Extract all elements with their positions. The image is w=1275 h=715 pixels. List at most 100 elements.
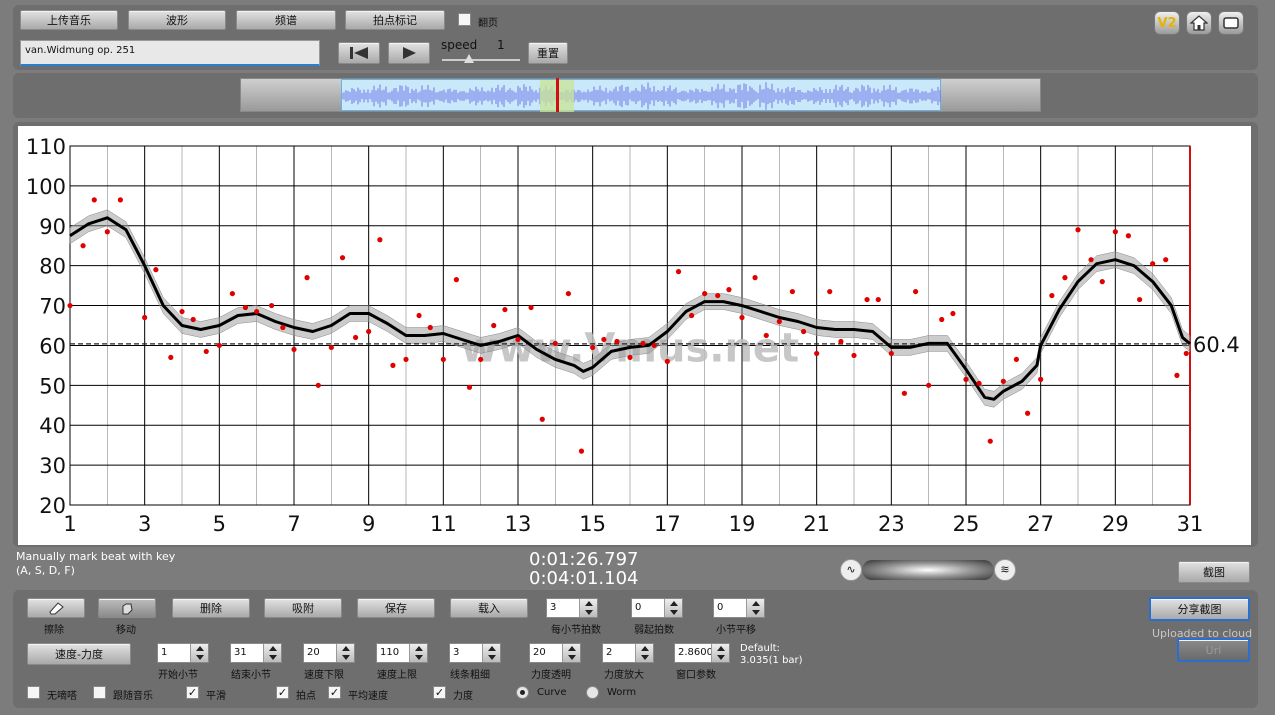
beat-point	[1013, 356, 1020, 363]
y-tick-label: 70	[39, 295, 66, 319]
dyn-opacity-stepper[interactable]: 20	[529, 643, 581, 663]
speed-slider[interactable]	[442, 54, 520, 66]
speed-slider-thumb[interactable]	[464, 54, 474, 63]
dyn-scale-stepper[interactable]: 2	[602, 643, 654, 663]
beat-point	[291, 346, 297, 353]
beat-point	[491, 322, 497, 329]
upload-music-button[interactable]: 上传音乐	[20, 10, 118, 30]
skip-back-icon	[350, 47, 368, 59]
x-tick-label: 23	[878, 512, 905, 536]
pickup-stepper[interactable]: 0	[631, 598, 683, 618]
dyn-scale-arrows[interactable]	[635, 644, 653, 662]
start-bar-value: 1	[161, 647, 168, 658]
playhead[interactable]	[556, 78, 559, 112]
x-tick-label: 1	[63, 512, 76, 536]
dynamics-checkbox[interactable]: ✓	[433, 686, 446, 699]
beat-point	[528, 304, 534, 311]
tempo-max-stepper[interactable]: 110	[376, 643, 428, 663]
beat-point	[939, 316, 945, 323]
beats-per-bar-stepper[interactable]: 3	[546, 598, 598, 618]
screenshot-button[interactable]: 截图	[1178, 561, 1250, 583]
save-button[interactable]: 保存	[357, 598, 435, 618]
beats-checkbox[interactable]: ✓	[276, 686, 289, 699]
beat-point	[390, 362, 396, 368]
beat-point	[675, 269, 682, 275]
beat-point	[453, 277, 459, 283]
follow-music-label: 跟随音乐	[113, 691, 153, 702]
bar-shift-arrows[interactable]	[746, 599, 764, 617]
waveform-overview[interactable]	[240, 78, 1041, 112]
dyn-opacity-arrows[interactable]	[562, 644, 580, 662]
page-flip-checkbox[interactable]	[458, 13, 471, 26]
avg-tempo-checkbox[interactable]: ✓	[328, 686, 341, 699]
rewind-button[interactable]	[338, 42, 380, 64]
line-width-stepper[interactable]: 3	[449, 643, 501, 663]
beat-point	[190, 316, 196, 323]
beat-point	[752, 275, 758, 281]
snap-button[interactable]: 吸附	[264, 598, 342, 618]
play-button[interactable]	[388, 42, 430, 64]
tempo-dynamics-button[interactable]: 速度-力度	[27, 643, 131, 665]
beat-point	[80, 243, 86, 249]
v2-icon[interactable]: V2	[1154, 11, 1180, 35]
track-title-field[interactable]: van.Widmung op. 251	[20, 40, 320, 66]
delete-button[interactable]: 删除	[172, 598, 250, 618]
tempo-min-arrows[interactable]	[336, 644, 354, 662]
beat-point	[1125, 233, 1131, 239]
pickup-arrows[interactable]	[664, 599, 682, 617]
beat-point	[901, 390, 908, 396]
curve-radio[interactable]	[516, 686, 529, 699]
beats-per-bar-arrows[interactable]	[579, 599, 597, 617]
fullscreen-icon[interactable]	[1218, 11, 1244, 35]
worm-label: Worm	[607, 687, 637, 698]
beat-point	[366, 328, 372, 335]
tempo-max-arrows[interactable]	[409, 644, 427, 662]
window-param-stepper[interactable]: 2.8600	[674, 643, 730, 663]
url-button[interactable]: Url	[1177, 638, 1250, 662]
waveform-selection[interactable]	[341, 78, 941, 112]
beat-point	[168, 354, 174, 361]
y-tick-label: 40	[39, 414, 66, 438]
volume-slider[interactable]	[862, 560, 994, 580]
beat-point	[377, 237, 383, 243]
mark-beats-button[interactable]: 拍点标记	[345, 10, 445, 30]
spectrum-button[interactable]: 频谱	[236, 10, 336, 30]
beat-point	[913, 288, 919, 295]
bar-shift-stepper[interactable]: 0	[713, 598, 765, 618]
beat-point	[627, 354, 633, 361]
end-bar-arrows[interactable]	[263, 644, 281, 662]
chart-area[interactable]: 110 100 90 80 70 60 50 40 30 20 1 3 5 7 9 11 13 15 17 19 21 2…	[18, 126, 1251, 545]
no-click-checkbox[interactable]	[27, 686, 40, 699]
waveform-button[interactable]: 波形	[128, 10, 226, 30]
window-param-label: 窗口参数	[676, 670, 716, 681]
smooth-checkbox[interactable]: ✓	[186, 686, 199, 699]
reset-speed-button[interactable]: 重置	[528, 42, 568, 64]
end-bar-stepper[interactable]: 31	[230, 643, 282, 663]
beat-point	[242, 304, 249, 311]
volume-control[interactable]: ∿ ≋	[840, 559, 1016, 581]
worm-radio[interactable]	[586, 686, 599, 699]
default-line-2: 3.035(1 bar)	[740, 655, 803, 666]
y-tick-label: 50	[39, 374, 66, 398]
load-button[interactable]: 载入	[450, 598, 528, 618]
y-tick-label: 20	[39, 494, 66, 518]
beat-point	[1075, 227, 1081, 233]
share-screenshot-button[interactable]: 分享截图	[1149, 597, 1250, 621]
tempo-min-stepper[interactable]: 20	[303, 643, 355, 663]
tempo-chart[interactable]: 11010090807060504030201 3 5 7 9 11 13 15 17 19 21 2…	[18, 126, 1251, 545]
start-bar-arrows[interactable]	[190, 644, 208, 662]
start-bar-stepper[interactable]: 1	[157, 643, 209, 663]
beat-point	[827, 288, 833, 295]
window-param-arrows[interactable]	[711, 644, 729, 662]
speed-value: 1	[497, 38, 505, 52]
dyn-scale-value: 2	[606, 647, 613, 658]
erase-button[interactable]	[27, 598, 85, 618]
beat-point	[976, 380, 982, 386]
beat-point	[478, 356, 484, 363]
dyn-opacity-label: 力度透明	[531, 670, 571, 681]
move-button[interactable]	[98, 598, 156, 618]
line-width-arrows[interactable]	[482, 644, 500, 662]
follow-music-checkbox[interactable]	[93, 686, 106, 699]
home-icon[interactable]	[1186, 11, 1212, 35]
beat-point	[651, 342, 657, 349]
